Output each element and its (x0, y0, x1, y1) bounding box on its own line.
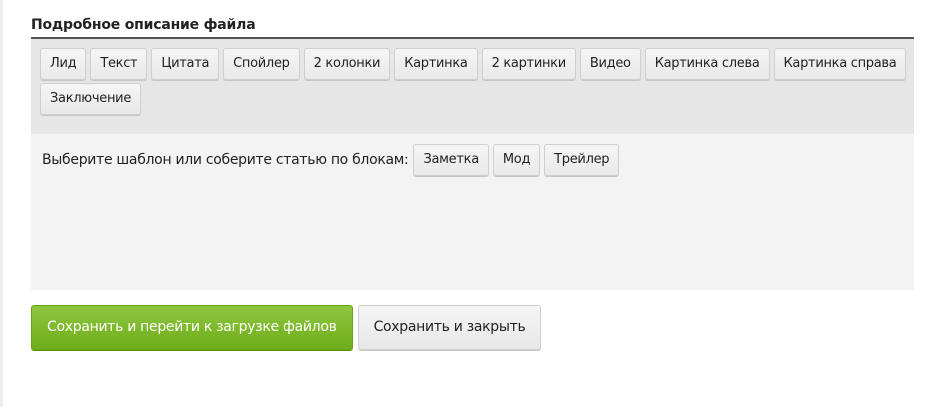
template-button-note[interactable]: Заметка (413, 144, 489, 176)
block-button-conclusion[interactable]: Заключение (40, 83, 142, 115)
block-button-two-images[interactable]: 2 картинки (481, 48, 576, 80)
block-button-quote[interactable]: Цитата (151, 48, 220, 80)
article-editor: Лид Текст Цитата Спойлер 2 колонки Карти… (31, 39, 914, 290)
form-actions: Сохранить и перейти к загрузке файлов Со… (31, 305, 542, 350)
block-button-image-left[interactable]: Картинка слева (644, 48, 770, 80)
save-and-close-button[interactable]: Сохранить и закрыть (357, 305, 542, 350)
template-selector: Выберите шаблон или соберите статью по б… (31, 134, 914, 186)
left-border (0, 0, 3, 407)
template-button-trailer[interactable]: Трейлер (544, 144, 620, 176)
section-title: Подробное описание файла (31, 0, 914, 39)
toolbar-row-1: Лид Текст Цитата Спойлер 2 колонки Карти… (40, 48, 907, 80)
block-toolbar: Лид Текст Цитата Спойлер 2 колонки Карти… (31, 39, 914, 134)
template-prompt: Выберите шаблон или соберите статью по б… (42, 152, 409, 168)
block-button-text[interactable]: Текст (90, 48, 148, 80)
block-button-lead[interactable]: Лид (40, 48, 87, 80)
toolbar-row-2: Заключение (40, 83, 905, 115)
block-button-image-right[interactable]: Картинка справа (773, 48, 907, 80)
block-button-video[interactable]: Видео (579, 48, 641, 80)
save-and-upload-button[interactable]: Сохранить и перейти к загрузке файлов (31, 305, 353, 350)
block-button-two-columns[interactable]: 2 колонки (303, 48, 391, 80)
template-button-mod[interactable]: Мод (492, 144, 541, 176)
block-button-spoiler[interactable]: Спойлер (223, 48, 300, 80)
block-button-image[interactable]: Картинка (394, 48, 478, 80)
file-description-section: Подробное описание файла Лид Текст Цитат… (31, 0, 914, 290)
